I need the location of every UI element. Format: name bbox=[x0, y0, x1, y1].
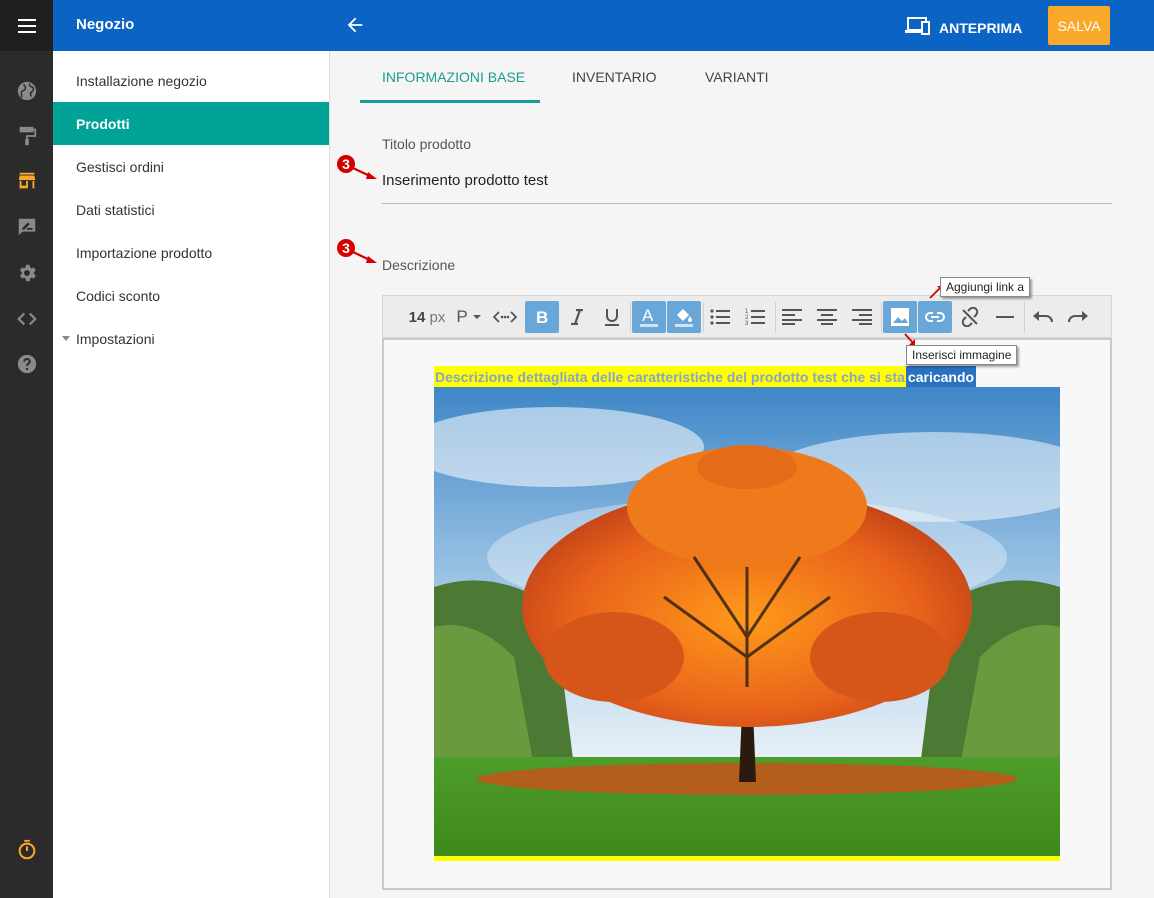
align-right-icon[interactable] bbox=[845, 301, 879, 333]
chevron-down-icon bbox=[472, 315, 481, 319]
title-underline bbox=[382, 203, 1112, 204]
tooltip-insert-image: Inserisci immagine bbox=[906, 345, 1018, 365]
code-view-icon[interactable] bbox=[489, 301, 521, 333]
tab-informazioni-base[interactable]: INFORMAZIONI BASE bbox=[382, 69, 525, 85]
selected-text: caricando bbox=[905, 366, 977, 387]
sidebar-item-label: Prodotti bbox=[76, 115, 130, 132]
save-button[interactable]: SALVA bbox=[1048, 6, 1110, 45]
menu-icon[interactable] bbox=[0, 0, 53, 51]
icon-rail bbox=[0, 51, 53, 898]
sidebar-item-label: Dati statistici bbox=[76, 201, 155, 218]
description-label: Descrizione bbox=[382, 257, 456, 273]
paragraph-format-dropdown[interactable]: P bbox=[453, 301, 485, 333]
text-color-icon[interactable]: A bbox=[632, 301, 666, 333]
align-left-icon[interactable] bbox=[775, 301, 809, 333]
italic-icon[interactable] bbox=[560, 301, 594, 333]
preview-button[interactable]: ANTEPRIMA bbox=[904, 16, 1022, 39]
top-bar: Negozio ANTEPRIMA SALVA bbox=[0, 0, 1154, 51]
description-text[interactable]: Descrizione dettagliata delle caratteris… bbox=[434, 366, 977, 387]
horizontal-line-icon[interactable] bbox=[988, 301, 1022, 333]
sidebar-item-dati-statistici[interactable]: Dati statistici bbox=[53, 188, 329, 231]
underline-icon[interactable] bbox=[595, 301, 629, 333]
app-title: Negozio bbox=[76, 16, 135, 33]
sidebar-item-codici-sconto[interactable]: Codici sconto bbox=[53, 274, 329, 317]
paint-roller-icon[interactable] bbox=[14, 123, 40, 149]
font-size-value: 14 bbox=[408, 308, 426, 326]
font-size-unit: px bbox=[429, 308, 446, 326]
highlighted-text: Descrizione dettagliata delle caratteris… bbox=[434, 366, 906, 387]
redo-icon[interactable] bbox=[1061, 301, 1095, 333]
tooltip-add-link: Aggiungi link a bbox=[940, 277, 1031, 297]
annotation-marker: 3 bbox=[336, 238, 382, 275]
align-center-icon[interactable] bbox=[810, 301, 844, 333]
tab-varianti[interactable]: VARIANTI bbox=[705, 69, 769, 85]
sidebar: Installazione negozio Prodotti Gestisci … bbox=[53, 51, 330, 898]
sidebar-item-gestisci-ordini[interactable]: Gestisci ordini bbox=[53, 145, 329, 188]
marker-number: 3 bbox=[342, 240, 350, 256]
annotation-marker: 3 bbox=[336, 154, 382, 191]
caret-down-icon bbox=[62, 336, 70, 341]
insert-image-icon[interactable] bbox=[883, 301, 917, 333]
preview-label: ANTEPRIMA bbox=[939, 19, 1023, 36]
sidebar-item-label: Impostazioni bbox=[76, 330, 155, 347]
product-title-input[interactable]: Inserimento prodotto test bbox=[382, 172, 548, 189]
rate-review-icon[interactable] bbox=[14, 214, 40, 240]
bullet-list-icon[interactable] bbox=[703, 301, 737, 333]
back-arrow-icon[interactable] bbox=[344, 14, 366, 41]
unlink-icon[interactable] bbox=[953, 301, 987, 333]
bold-icon[interactable]: B bbox=[525, 301, 559, 333]
inserted-tree-image[interactable] bbox=[434, 387, 1060, 861]
toolbar-separator bbox=[630, 302, 631, 332]
sidebar-item-label: Codici sconto bbox=[76, 287, 161, 304]
svg-text:A: A bbox=[642, 306, 654, 325]
sidebar-item-importazione-prodotto[interactable]: Importazione prodotto bbox=[53, 231, 329, 274]
devices-icon bbox=[904, 16, 930, 39]
sidebar-item-impostazioni[interactable]: Impostazioni bbox=[53, 317, 329, 360]
svg-text:3: 3 bbox=[745, 321, 749, 326]
tab-inventario[interactable]: INVENTARIO bbox=[572, 69, 657, 85]
sidebar-item-label: Importazione prodotto bbox=[76, 244, 213, 261]
toolbar-separator bbox=[1024, 302, 1025, 332]
active-tab-indicator bbox=[360, 100, 540, 103]
sidebar-item-label: Gestisci ordini bbox=[76, 158, 164, 175]
numbered-list-icon[interactable]: 123 bbox=[738, 301, 772, 333]
globe-icon[interactable] bbox=[14, 78, 40, 104]
settings-gear-icon[interactable] bbox=[14, 260, 40, 286]
background-color-icon[interactable] bbox=[667, 301, 701, 333]
title-label: Titolo prodotto bbox=[382, 136, 471, 152]
undo-icon[interactable] bbox=[1026, 301, 1060, 333]
sidebar-item-installazione-negozio[interactable]: Installazione negozio bbox=[53, 59, 329, 102]
sidebar-item-prodotti[interactable]: Prodotti bbox=[53, 102, 329, 145]
code-icon[interactable] bbox=[14, 306, 40, 332]
sidebar-item-label: Installazione negozio bbox=[76, 72, 207, 89]
editor-toolbar: 14 px P B A 123 bbox=[382, 295, 1112, 338]
paragraph-value: P bbox=[456, 307, 468, 326]
svg-text:B: B bbox=[536, 309, 548, 325]
help-icon[interactable] bbox=[14, 351, 40, 377]
font-size-selector[interactable]: 14 px bbox=[405, 301, 449, 333]
insert-link-icon[interactable] bbox=[918, 301, 952, 333]
marker-number: 3 bbox=[342, 156, 350, 172]
store-icon[interactable] bbox=[14, 168, 40, 194]
toolbar-separator bbox=[881, 302, 882, 332]
timer-icon[interactable] bbox=[14, 837, 40, 863]
